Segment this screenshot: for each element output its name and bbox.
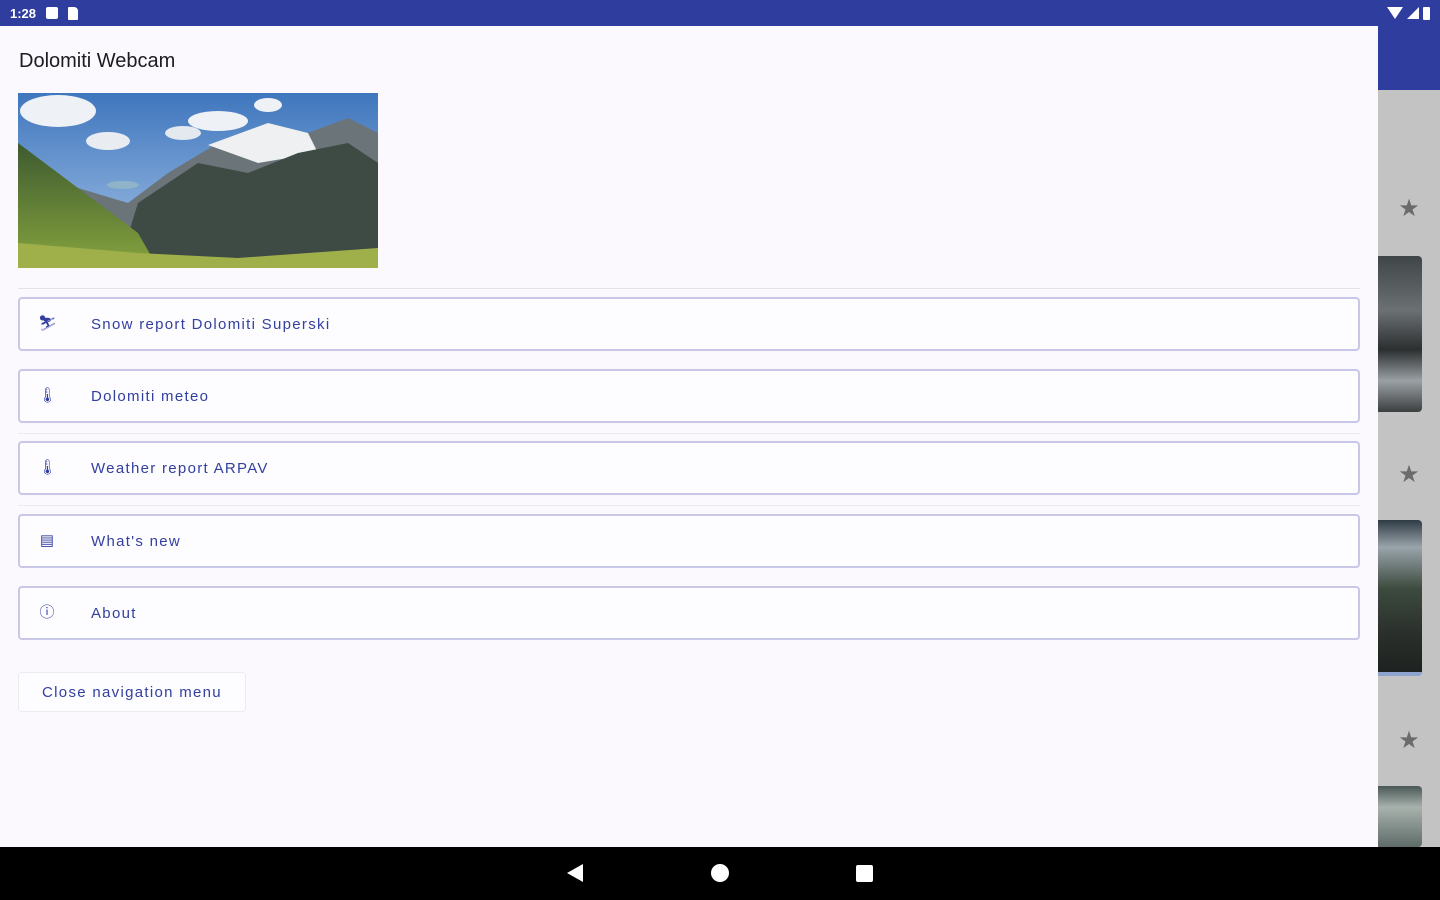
battery-icon <box>1423 6 1430 20</box>
nav-item-dolomiti-meteo[interactable]: 🌡 Dolomiti meteo <box>18 369 1360 423</box>
close-navigation-menu-button[interactable]: Close navigation menu <box>18 672 246 712</box>
nav-item-snow-report[interactable]: ⛷ Snow report Dolomiti Superski <box>18 297 1360 351</box>
drawer-title: Dolomiti Webcam <box>19 50 176 72</box>
star-icon[interactable]: ★ <box>1397 197 1421 221</box>
background-app: ★ ★ ★ <box>1378 26 1440 847</box>
recent-apps-icon[interactable] <box>856 865 873 882</box>
webcam-thumbnail[interactable] <box>1378 520 1422 676</box>
sd-card-icon <box>68 6 79 20</box>
webcam-thumbnail[interactable] <box>1378 256 1422 412</box>
ski-lift-icon: ⛷ <box>38 315 58 332</box>
wifi-icon <box>1387 7 1403 19</box>
nav-item-label: About <box>91 604 137 622</box>
background-app-bar <box>1378 26 1440 90</box>
back-icon[interactable] <box>567 864 583 882</box>
thermometer-icon: 🌡 <box>38 459 58 476</box>
star-icon[interactable]: ★ <box>1397 729 1421 753</box>
news-icon: ▤ <box>39 532 55 549</box>
info-icon: ⓘ <box>39 604 55 621</box>
nav-item-label: Weather report ARPAV <box>91 459 269 477</box>
mountain-panorama-image <box>18 93 378 268</box>
webcam-thumbnail[interactable] <box>1378 786 1422 847</box>
signal-icon <box>1407 7 1419 19</box>
system-navigation-bar <box>0 847 1440 900</box>
nav-item-about[interactable]: ⓘ About <box>18 586 1360 640</box>
status-time: 1:28 <box>10 5 37 21</box>
nav-item-label: What's new <box>91 532 182 550</box>
divider <box>18 505 1360 506</box>
divider <box>18 288 1360 289</box>
star-icon[interactable]: ★ <box>1397 463 1421 487</box>
thermometer-icon: 🌡 <box>38 387 58 404</box>
nav-item-label: Dolomiti meteo <box>91 387 210 405</box>
divider <box>18 433 1360 434</box>
header-image <box>18 93 378 268</box>
navigation-drawer: Dolomiti Webcam ⛷ Snow report Dolomiti S… <box>0 26 1378 847</box>
nav-item-label: Snow report Dolomiti Superski <box>91 315 331 333</box>
nav-item-whats-new[interactable]: ▤ What's new <box>18 514 1360 568</box>
notification-icon <box>46 7 59 19</box>
nav-item-weather-report-arpav[interactable]: 🌡 Weather report ARPAV <box>18 441 1360 495</box>
status-bar: 1:28 <box>0 0 1440 26</box>
home-icon[interactable] <box>711 864 729 882</box>
